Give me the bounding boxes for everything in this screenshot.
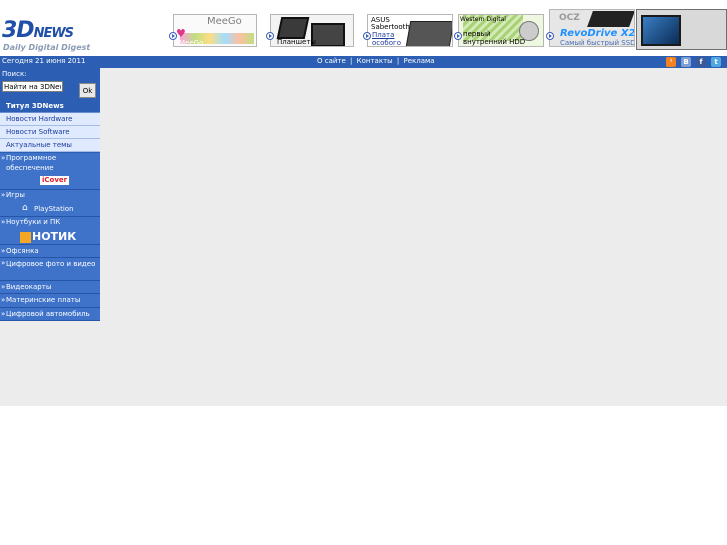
banner-wd-title: Western Digital (460, 16, 506, 23)
banner-asus-link[interactable]: Плата особого назначения (372, 31, 424, 46)
arrow-icon (169, 32, 177, 40)
banner-ocz-subtitle: Самый быстрый SSD (560, 39, 635, 47)
nav-about-link[interactable]: О сайте (317, 57, 346, 65)
banner-wd[interactable]: Western Digital первый внутренний HDD об… (458, 14, 544, 47)
top-nav: О сайте | Контакты | Реклама (317, 57, 437, 65)
arrow-icon (546, 32, 554, 40)
sidebar-item-photo-video[interactable]: Цифровое фото и видео (0, 258, 100, 281)
sidebar-item-games[interactable]: Игры PlayStation ⌂ (0, 190, 100, 217)
banner-tv[interactable] (636, 9, 727, 50)
twitter-icon[interactable]: t (711, 57, 721, 67)
top-bar: Сегодня 21 июня 2011 О сайте | Контакты … (0, 56, 727, 68)
sidebar-item-hardware-news[interactable]: Новости Hardware (0, 113, 100, 126)
sidebar-item-software-news[interactable]: Новости Software (0, 126, 100, 139)
banner-tablets[interactable]: Планшеты (270, 14, 354, 47)
banner-meego-top: MeeGo (207, 16, 242, 27)
logo-mark: 3DNEWS (2, 18, 74, 43)
blog-icon[interactable]: B (681, 57, 691, 67)
ssd-image (587, 11, 634, 27)
banner-ocz[interactable]: OCZ RevoDrive X2 Самый быстрый SSD (549, 9, 635, 47)
sidebar-item-label: Программное обеспечение (6, 154, 57, 172)
sidebar-spacer (0, 321, 100, 406)
arrow-icon (454, 32, 462, 40)
sidebar-item-videocards[interactable]: Видеокарты (0, 281, 100, 294)
banner-ocz-title: RevoDrive X2 (560, 28, 635, 39)
banner-asus[interactable]: ASUS Sabertooth P67: Плата особого назна… (367, 14, 453, 47)
arrow-icon (363, 32, 371, 40)
current-date: Сегодня 21 июня 2011 (2, 57, 86, 65)
playstation-icon: ⌂ (22, 203, 28, 213)
sidebar: Поиск: Ok Титул 3DNews Новости Hardware … (0, 68, 100, 321)
sidebar-item-offsyanka[interactable]: Офсянка (0, 245, 100, 258)
search-button[interactable]: Ok (79, 83, 96, 98)
banner-wd-text: первый внутренний HDD объёмом 3 Тбайт (463, 30, 526, 46)
sidebar-item-software[interactable]: Программное обеспечение iCover (0, 153, 100, 190)
banner-meego-label: MeeGo (179, 39, 204, 47)
notik-icon (20, 232, 31, 243)
nav-ads-link[interactable]: Реклама (404, 57, 435, 65)
header: 3DNEWS Daily Digital Digest MeeGo ♥ MeeG… (0, 0, 727, 56)
banner-tablets-label: Планшеты (277, 38, 316, 46)
search-label: Поиск: (2, 70, 27, 78)
sidebar-item-topics[interactable]: Актуальные темы (0, 139, 100, 152)
search-panel: Поиск: Ok (0, 68, 100, 100)
search-input[interactable] (2, 81, 63, 92)
nav-contacts-link[interactable]: Контакты (357, 57, 393, 65)
sidebar-item-label: Ноутбуки и ПК (6, 218, 61, 226)
sidebar-item-motherboards[interactable]: Материнские платы (0, 294, 100, 308)
banner-meego[interactable]: MeeGo ♥ MeeGo (173, 14, 257, 47)
sidebar-item-label: Игры (6, 191, 25, 199)
nav-separator: | (350, 57, 353, 65)
arrow-icon (266, 32, 274, 40)
nav-separator: | (396, 57, 400, 65)
playstation-logo: PlayStation (34, 205, 74, 213)
tablet-image-2 (311, 23, 345, 46)
notik-logo: НОТИК (32, 230, 77, 243)
banner-ocz-brand: OCZ (559, 13, 580, 23)
tv-image (641, 15, 681, 46)
facebook-icon[interactable]: f (696, 57, 706, 67)
site-logo[interactable]: 3DNEWS Daily Digital Digest (2, 18, 94, 54)
logo-slogan: Daily Digital Digest (3, 43, 91, 52)
tablet-image (276, 17, 310, 39)
icover-logo: iCover (40, 176, 70, 185)
main-content (100, 68, 727, 406)
sidebar-item-digital-auto[interactable]: Цифровой автомобиль (0, 308, 100, 321)
sidebar-item-notebooks[interactable]: Ноутбуки и ПК НОТИК (0, 217, 100, 245)
sidebar-title[interactable]: Титул 3DNews (0, 100, 100, 113)
rss-icon[interactable]: ⁾ (666, 57, 676, 67)
